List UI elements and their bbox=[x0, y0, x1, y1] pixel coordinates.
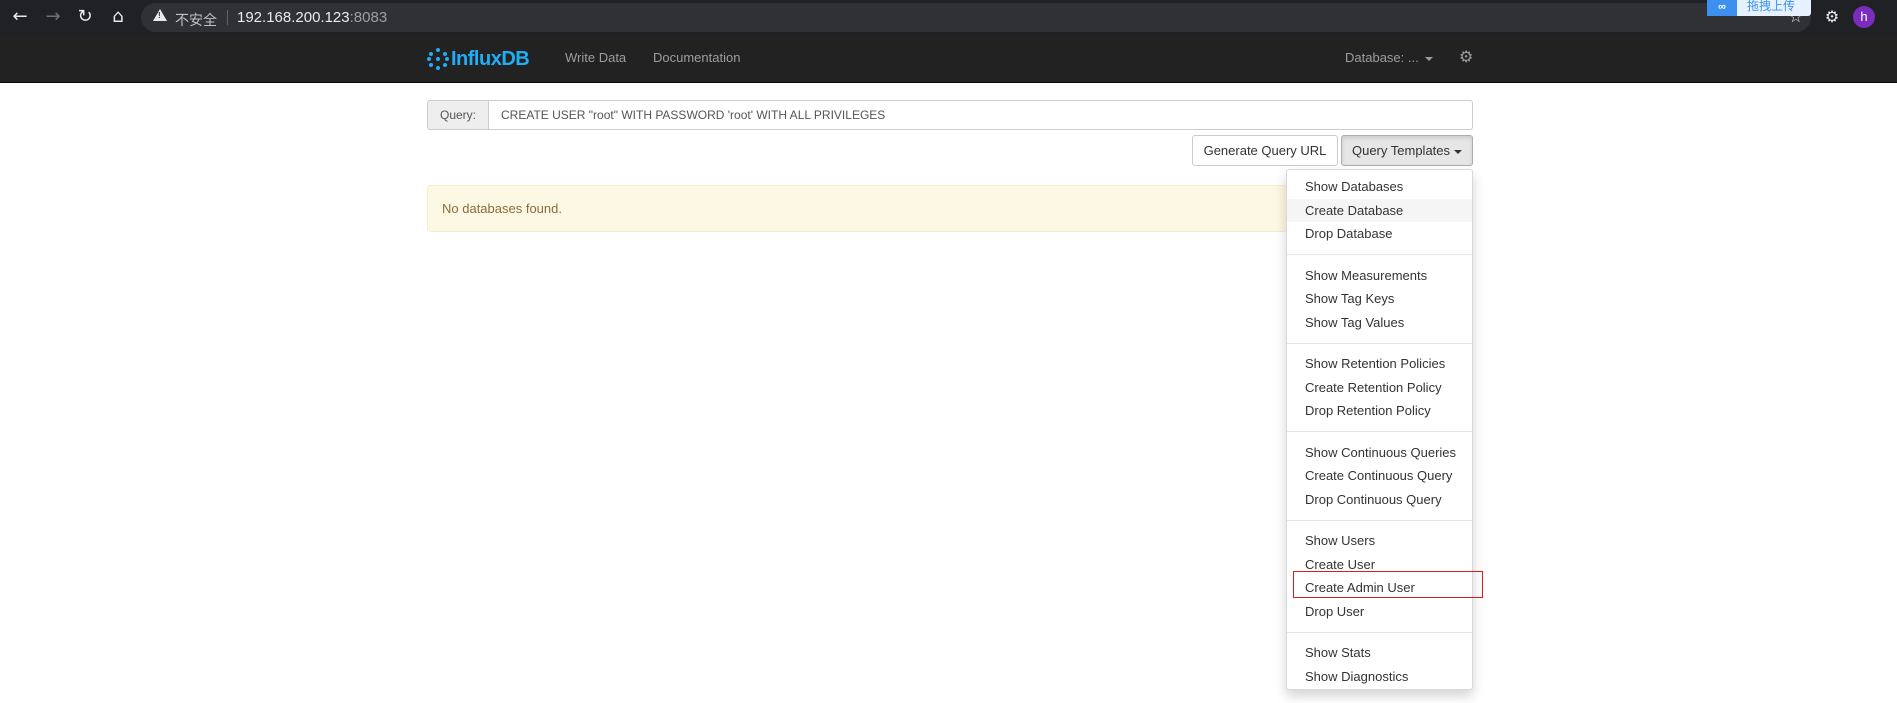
generate-query-url-button[interactable]: Generate Query URL bbox=[1192, 135, 1338, 166]
menu-item-show-continuous-queries[interactable]: Show Continuous Queries bbox=[1287, 441, 1472, 465]
menu-item-create-admin-user[interactable]: Create Admin User bbox=[1287, 576, 1472, 600]
insecure-label: 不安全 bbox=[175, 12, 217, 28]
url-port: :8083 bbox=[349, 9, 388, 26]
menu-item-show-diagnostics[interactable]: Show Diagnostics bbox=[1287, 665, 1472, 689]
menu-divider bbox=[1287, 631, 1472, 633]
brand-name: InfluxDB bbox=[451, 47, 530, 70]
address-bar[interactable]: 不安全 192.168.200.123:8083 ☆ bbox=[141, 3, 1811, 32]
browser-toolbar: ← → ↻ ⌂ 不安全 192.168.200.123:8083 ☆ ∞ 拖拽上… bbox=[0, 0, 1897, 35]
upload-extension-badge[interactable]: ∞ 拖拽上传 bbox=[1707, 0, 1811, 16]
home-icon[interactable]: ⌂ bbox=[107, 6, 129, 28]
menu-divider bbox=[1287, 342, 1472, 344]
profile-avatar[interactable]: h bbox=[1853, 6, 1875, 28]
no-databases-alert: No databases found. bbox=[427, 185, 1287, 232]
brand-logo[interactable]: InfluxDB bbox=[427, 46, 530, 72]
database-selector-label: Database: ... bbox=[1345, 50, 1419, 65]
chevron-down-icon bbox=[1454, 149, 1463, 154]
menu-item-create-continuous-query[interactable]: Create Continuous Query bbox=[1287, 464, 1472, 488]
menu-item-create-user[interactable]: Create User bbox=[1287, 553, 1472, 577]
menu-item-drop-database[interactable]: Drop Database bbox=[1287, 222, 1472, 246]
menu-divider bbox=[1287, 431, 1472, 432]
forward-arrow-icon[interactable]: → bbox=[42, 6, 64, 28]
warning-icon bbox=[153, 9, 167, 21]
menu-item-show-users[interactable]: Show Users bbox=[1287, 529, 1472, 553]
nav-write-data[interactable]: Write Data bbox=[565, 50, 626, 65]
url-host: 192.168.200.123 bbox=[237, 9, 350, 26]
gear-icon[interactable]: ⚙ bbox=[1459, 47, 1473, 66]
query-templates-button[interactable]: Query Templates bbox=[1341, 135, 1473, 166]
url-separator bbox=[227, 10, 228, 25]
url-text: 192.168.200.123:8083 bbox=[237, 9, 387, 26]
menu-item-drop-retention-policy[interactable]: Drop Retention Policy bbox=[1287, 399, 1472, 423]
menu-item-show-tag-values[interactable]: Show Tag Values bbox=[1287, 311, 1472, 335]
app-navbar: InfluxDB Write Data Documentation Databa… bbox=[0, 35, 1897, 83]
extensions-puzzle-icon[interactable]: ⚙ bbox=[1821, 6, 1843, 28]
reload-icon[interactable]: ↻ bbox=[74, 6, 96, 28]
query-templates-menu: Show Databases Create Database Drop Databa… bbox=[1286, 169, 1473, 690]
extension-badge-label: 拖拽上传 bbox=[1747, 0, 1796, 13]
menu-item-show-measurements[interactable]: Show Measurements bbox=[1287, 264, 1472, 288]
chevron-down-icon bbox=[1424, 56, 1433, 61]
database-selector[interactable]: Database: ... bbox=[1345, 50, 1433, 65]
influxdb-logo-icon bbox=[427, 48, 449, 70]
query-label: Query: bbox=[427, 100, 489, 130]
menu-item-drop-user[interactable]: Drop User bbox=[1287, 600, 1472, 624]
query-input[interactable] bbox=[489, 100, 1473, 130]
back-arrow-icon[interactable]: ← bbox=[9, 6, 31, 28]
menu-item-show-retention-policies[interactable]: Show Retention Policies bbox=[1287, 352, 1472, 376]
query-templates-label: Query Templates bbox=[1351, 143, 1451, 158]
nav-documentation[interactable]: Documentation bbox=[653, 50, 740, 65]
menu-item-show-tag-keys[interactable]: Show Tag Keys bbox=[1287, 287, 1472, 311]
menu-divider bbox=[1287, 254, 1472, 255]
menu-divider bbox=[1287, 519, 1472, 521]
menu-item-create-database[interactable]: Create Database bbox=[1287, 198, 1472, 222]
menu-item-show-stats[interactable]: Show Stats bbox=[1287, 641, 1472, 665]
menu-item-create-retention-policy[interactable]: Create Retention Policy bbox=[1287, 376, 1472, 400]
menu-item-drop-continuous-query[interactable]: Drop Continuous Query bbox=[1287, 488, 1472, 512]
menu-item-show-databases[interactable]: Show Databases bbox=[1287, 175, 1472, 199]
query-input-group: Query: bbox=[427, 100, 1473, 130]
extension-logo-icon: ∞ bbox=[1707, 0, 1737, 16]
